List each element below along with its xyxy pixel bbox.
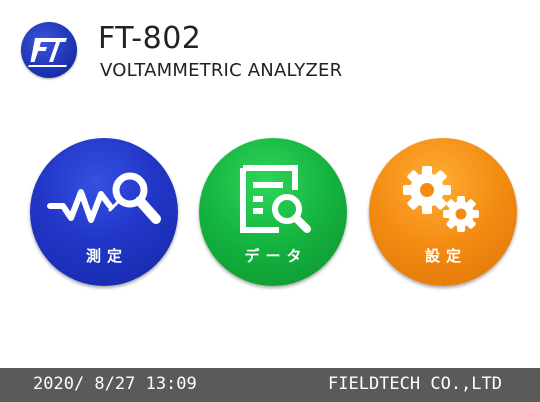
company-name: FIELDTECH CO.,LTD bbox=[328, 374, 502, 394]
header: FT-802 VOLTAMMETRIC ANALYZER bbox=[0, 0, 540, 100]
company-logo bbox=[21, 22, 77, 78]
model-name: FT-802 bbox=[98, 21, 202, 56]
measure-label: 測定 bbox=[85, 247, 128, 265]
status-bar: 2020/ 8/27 13:09 FIELDTECH CO.,LTD bbox=[0, 368, 540, 402]
settings-label: 設定 bbox=[424, 247, 467, 265]
ft-logo-icon bbox=[28, 38, 67, 67]
datetime-display: 2020/ 8/27 13:09 bbox=[33, 374, 197, 394]
data-label: データ bbox=[244, 247, 308, 265]
product-subtitle: VOLTAMMETRIC ANALYZER bbox=[100, 60, 343, 81]
data-button[interactable]: データ bbox=[199, 138, 347, 286]
measure-button[interactable]: 測定 bbox=[30, 138, 178, 286]
settings-button[interactable]: 設定 bbox=[369, 138, 517, 286]
